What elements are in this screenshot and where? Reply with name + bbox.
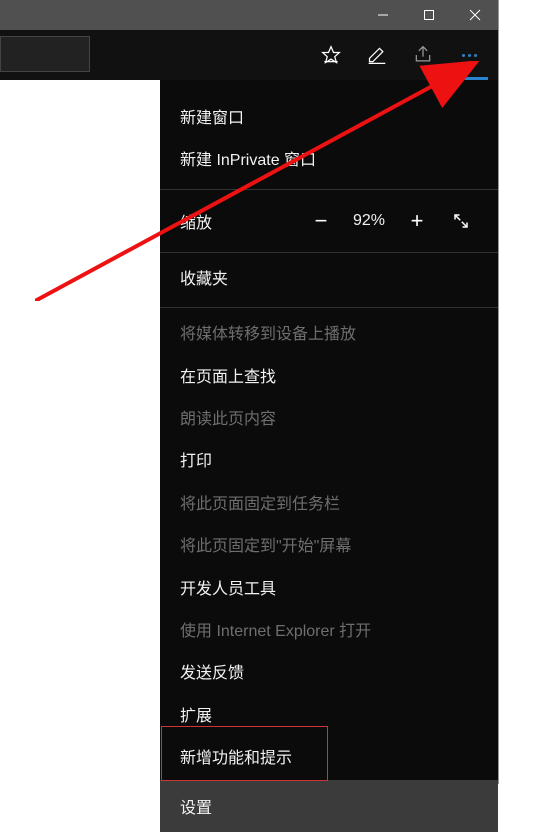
notes-icon[interactable] — [354, 30, 400, 80]
zoom-value: 92% — [348, 212, 390, 230]
share-icon[interactable] — [400, 30, 446, 80]
zoom-out-button[interactable]: − — [304, 204, 338, 238]
menu-pin-start: 将此页固定到"开始"屏幕 — [160, 526, 498, 568]
menu-favorites[interactable]: 收藏夹 — [160, 259, 498, 301]
menu-new-window[interactable]: 新建窗口 — [160, 98, 498, 140]
menu-send-feedback[interactable]: 发送反馈 — [160, 653, 498, 695]
close-button[interactable] — [452, 0, 498, 30]
menu-divider — [160, 307, 498, 308]
menu-print[interactable]: 打印 — [160, 441, 498, 483]
menu-dev-tools[interactable]: 开发人员工具 — [160, 569, 498, 611]
address-bar[interactable] — [0, 36, 90, 72]
minimize-button[interactable] — [360, 0, 406, 30]
maximize-button[interactable] — [406, 0, 452, 30]
menu-divider — [160, 189, 498, 190]
menu-cast-media: 将媒体转移到设备上播放 — [160, 314, 498, 356]
zoom-label: 缩放 — [180, 209, 294, 233]
menu-zoom-row: 缩放 − 92% + — [160, 196, 498, 246]
settings-menu: 新建窗口 新建 InPrivate 窗口 缩放 − 92% + 收藏夹 将媒体转… — [160, 80, 498, 832]
window-titlebar — [0, 0, 498, 30]
menu-find-on-page[interactable]: 在页面上查找 — [160, 357, 498, 399]
menu-read-aloud: 朗读此页内容 — [160, 399, 498, 441]
menu-divider — [160, 252, 498, 253]
menu-new-inprivate[interactable]: 新建 InPrivate 窗口 — [160, 140, 498, 182]
fullscreen-button[interactable] — [444, 204, 478, 238]
favorites-icon[interactable] — [308, 30, 354, 80]
more-icon — [462, 54, 477, 57]
more-button[interactable] — [446, 30, 492, 80]
browser-toolbar — [0, 30, 498, 80]
zoom-in-button[interactable]: + — [400, 204, 434, 238]
menu-extensions[interactable]: 扩展 — [160, 696, 498, 738]
menu-settings[interactable]: 设置 — [160, 780, 498, 832]
menu-pin-taskbar: 将此页面固定到任务栏 — [160, 484, 498, 526]
menu-open-ie: 使用 Internet Explorer 打开 — [160, 611, 498, 653]
menu-whats-new[interactable]: 新增功能和提示 — [160, 738, 498, 780]
